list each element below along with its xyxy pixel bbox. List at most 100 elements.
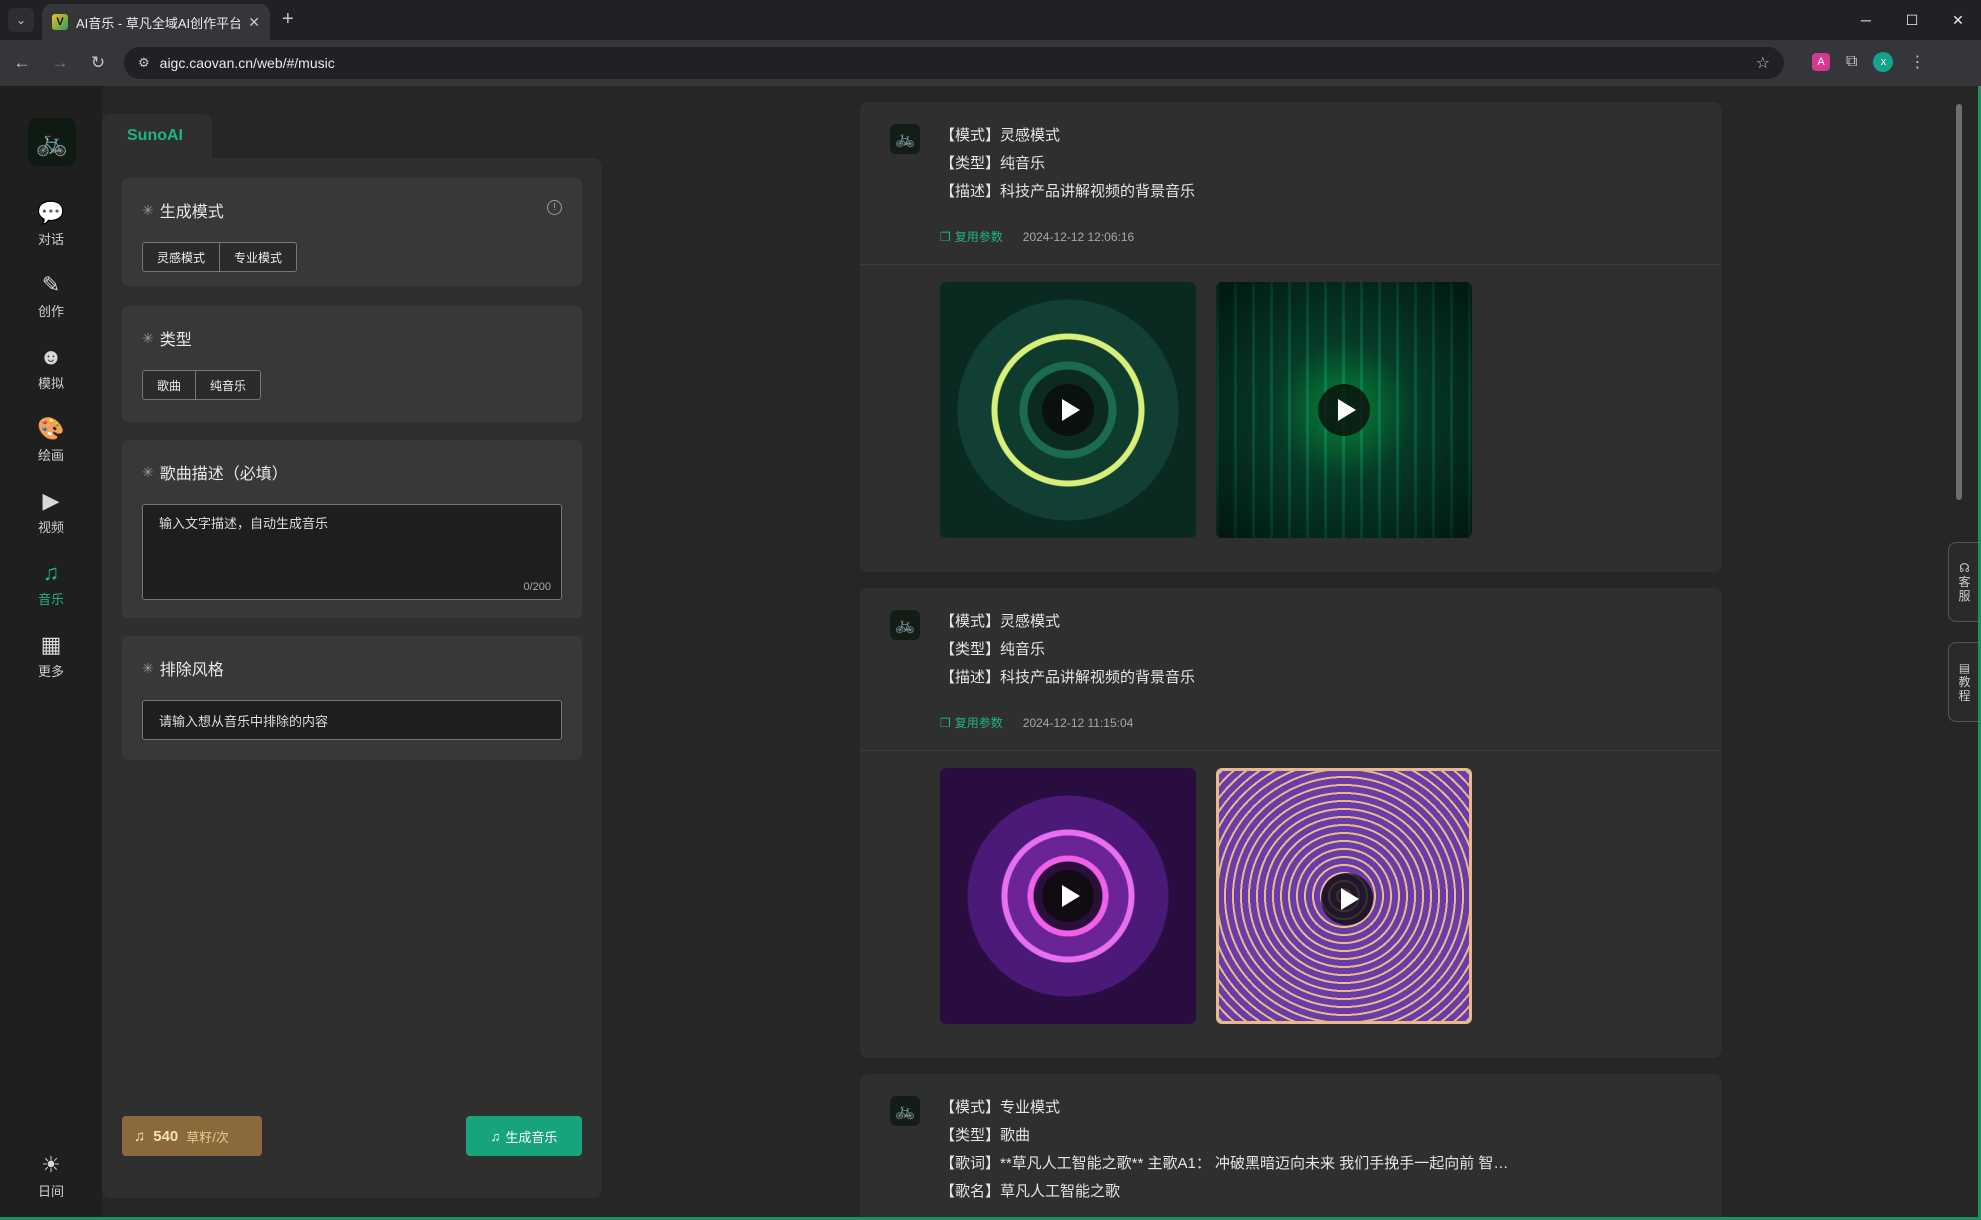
- avatar: 🚲: [890, 1096, 920, 1126]
- tab-sunoai[interactable]: SunoAI: [102, 114, 212, 158]
- nav-label: 音乐: [37, 591, 64, 607]
- url-text[interactable]: aigc.caovan.cn/web/#/music: [160, 55, 1746, 71]
- reuse-params-link[interactable]: ❐ 复用参数: [940, 228, 1003, 245]
- music-form-panel: SunoAI ✳ 生成模式 ! 灵感模式 专业模式 ✳ 类型 歌曲 纯音乐 ✳ 歌曲描…: [102, 86, 602, 1220]
- result-card: 🚲 【模式】灵感模式 【类型】纯音乐 【描述】科技产品讲解视频的背景音乐 ❐ 复用…: [860, 102, 1722, 572]
- translate-extension-icon[interactable]: A: [1812, 53, 1830, 71]
- required-mark: ✳: [142, 329, 154, 346]
- type-option-song[interactable]: 歌曲: [142, 370, 197, 400]
- music-icon: ♫: [42, 559, 60, 585]
- window-close-icon[interactable]: ✕: [1935, 0, 1981, 40]
- divider: [860, 750, 1722, 751]
- generate-music-button[interactable]: ♫ 生成音乐: [466, 1116, 582, 1156]
- forward-icon[interactable]: →: [44, 47, 76, 79]
- minimize-icon[interactable]: ─: [1843, 0, 1889, 40]
- music-cover[interactable]: [940, 768, 1196, 1024]
- cost-amount: 540: [153, 1127, 179, 1145]
- result-song-title: 【歌名】草凡人工智能之歌: [940, 1183, 1121, 1200]
- result-lyrics: 【歌词】**草凡人工智能之歌** 主歌A1： 冲破黑暗迈向未来 我们手挽手一起向…: [940, 1155, 1509, 1172]
- nav-item-chat[interactable]: 💬 对话: [20, 194, 82, 254]
- required-mark: ✳: [142, 463, 154, 480]
- bookmark-star-icon[interactable]: ☆: [1756, 53, 1770, 73]
- play-icon[interactable]: [1318, 384, 1370, 436]
- nav-item-music[interactable]: ♫ 音乐: [20, 554, 82, 614]
- chat-icon: 💬: [37, 199, 65, 225]
- theme-toggle[interactable]: ☀ 日间: [20, 1146, 82, 1206]
- reuse-params-link[interactable]: ❐ 复用参数: [940, 714, 1003, 731]
- play-icon[interactable]: [1042, 870, 1094, 922]
- nav-item-create[interactable]: ✎ 创作: [20, 266, 82, 326]
- browser-menu-icon[interactable]: ⋮: [1909, 52, 1925, 72]
- generate-label: 生成音乐: [505, 1129, 558, 1145]
- char-count: 0/200: [523, 581, 551, 593]
- result-mode: 【模式】灵感模式: [940, 127, 1061, 144]
- tab-list-button[interactable]: ⌄: [8, 8, 34, 32]
- extension-area: A ⧉ x ⋮: [1812, 52, 1925, 72]
- nav-item-simulate[interactable]: ☻ 模拟: [20, 338, 82, 398]
- address-bar[interactable]: ⚙ aigc.caovan.cn/web/#/music ☆: [124, 47, 1784, 79]
- exclude-input[interactable]: 请输入想从音乐中排除的内容: [142, 700, 562, 740]
- mode-option-pro[interactable]: 专业模式: [220, 242, 298, 272]
- scrollbar[interactable]: [1956, 104, 1962, 500]
- result-timestamp: 2024-12-12 12:06:16: [1022, 229, 1135, 244]
- music-cover[interactable]: [1216, 768, 1472, 1024]
- head-icon: ☻: [39, 343, 63, 369]
- nav-label: 创作: [37, 303, 64, 319]
- service-char: 客: [1958, 575, 1971, 589]
- palette-icon: 🎨: [37, 415, 65, 441]
- play-icon[interactable]: [1042, 384, 1094, 436]
- mode-option-inspiration[interactable]: 灵感模式: [142, 242, 221, 272]
- reuse-label: 复用参数: [954, 230, 1003, 244]
- maximize-icon[interactable]: ☐: [1889, 0, 1935, 40]
- type-segmented: 歌曲 纯音乐: [142, 370, 562, 400]
- copy-icon: ❐: [940, 715, 951, 730]
- result-timestamp: 2024-12-12 11:15:04: [1022, 715, 1134, 730]
- mode-segmented: 灵感模式 专业模式: [142, 242, 562, 272]
- results-list: 🚲 【模式】灵感模式 【类型】纯音乐 【描述】科技产品讲解视频的背景音乐 ❐ 复用…: [860, 102, 1722, 1220]
- profile-avatar[interactable]: x: [1873, 52, 1894, 72]
- copy-icon: ❐: [940, 229, 951, 244]
- type-option-instrumental[interactable]: 纯音乐: [196, 370, 262, 400]
- result-type: 【类型】歌曲: [940, 1127, 1031, 1144]
- left-nav: 🚲 💬 对话 ✎ 创作 ☻ 模拟 🎨 绘画 ▶ 视频 ♫ 音乐 ▦ 更多 ☀ 日…: [0, 86, 102, 1220]
- panel-body: ✳ 生成模式 ! 灵感模式 专业模式 ✳ 类型 歌曲 纯音乐 ✳ 歌曲描述（必填） 输…: [102, 158, 602, 1198]
- app-logo[interactable]: 🚲: [28, 118, 76, 166]
- browser-toolbar: ← → ↻ ⚙ aigc.caovan.cn/web/#/music ☆ A ⧉…: [0, 40, 1981, 86]
- browser-tabbar: ⌄ V AI音乐 - 草凡全域AI创作平台 ✕ + ─ ☐ ✕: [0, 0, 1981, 40]
- back-icon[interactable]: ←: [6, 47, 38, 79]
- reuse-label: 复用参数: [954, 716, 1003, 730]
- site-info-icon[interactable]: ⚙: [138, 55, 150, 71]
- music-cover[interactable]: [940, 282, 1196, 538]
- nav-item-paint[interactable]: 🎨 绘画: [20, 410, 82, 470]
- play-icon[interactable]: [1321, 873, 1373, 925]
- result-mode: 【模式】灵感模式: [940, 613, 1061, 630]
- result-card: 🚲 【模式】灵感模式 【类型】纯音乐 【描述】科技产品讲解视频的背景音乐 ❐ 复用…: [860, 588, 1722, 1058]
- tutorial-button[interactable]: ▤ 教 程: [1948, 642, 1980, 722]
- result-description: 【描述】科技产品讲解视频的背景音乐: [940, 183, 1196, 200]
- browser-tab[interactable]: V AI音乐 - 草凡全域AI创作平台 ✕: [42, 4, 270, 40]
- customer-service-button[interactable]: ☊ 客 服: [1948, 542, 1980, 622]
- result-mode: 【模式】专业模式: [940, 1099, 1061, 1116]
- nav-item-video[interactable]: ▶ 视频: [20, 482, 82, 542]
- type-card: ✳ 类型 歌曲 纯音乐: [122, 306, 582, 422]
- description-card: ✳ 歌曲描述（必填） 输入文字描述，自动生成音乐 0/200: [122, 440, 582, 618]
- nav-label: 绘画: [37, 447, 64, 463]
- tab-title: AI音乐 - 草凡全域AI创作平台: [76, 15, 241, 31]
- extensions-icon[interactable]: ⧉: [1846, 53, 1857, 71]
- description-placeholder: 输入文字描述，自动生成音乐: [159, 516, 329, 531]
- required-mark: ✳: [142, 659, 154, 676]
- reload-icon[interactable]: ↻: [82, 47, 114, 79]
- feather-icon: ✎: [41, 271, 61, 297]
- avatar: 🚲: [890, 610, 920, 640]
- music-cover[interactable]: [1216, 282, 1472, 538]
- nav-label: 视频: [37, 519, 64, 535]
- tab-close-icon[interactable]: ✕: [248, 14, 260, 31]
- new-tab-button[interactable]: +: [282, 8, 294, 31]
- nav-item-more[interactable]: ▦ 更多: [20, 626, 82, 686]
- description-textarea[interactable]: 输入文字描述，自动生成音乐 0/200: [142, 504, 562, 600]
- mode-card: ✳ 生成模式 ! 灵感模式 专业模式: [122, 178, 582, 286]
- result-type: 【类型】纯音乐: [940, 155, 1046, 172]
- info-icon[interactable]: !: [547, 200, 562, 215]
- result-description: 【描述】科技产品讲解视频的背景音乐: [940, 669, 1196, 686]
- service-char: 服: [1958, 589, 1971, 603]
